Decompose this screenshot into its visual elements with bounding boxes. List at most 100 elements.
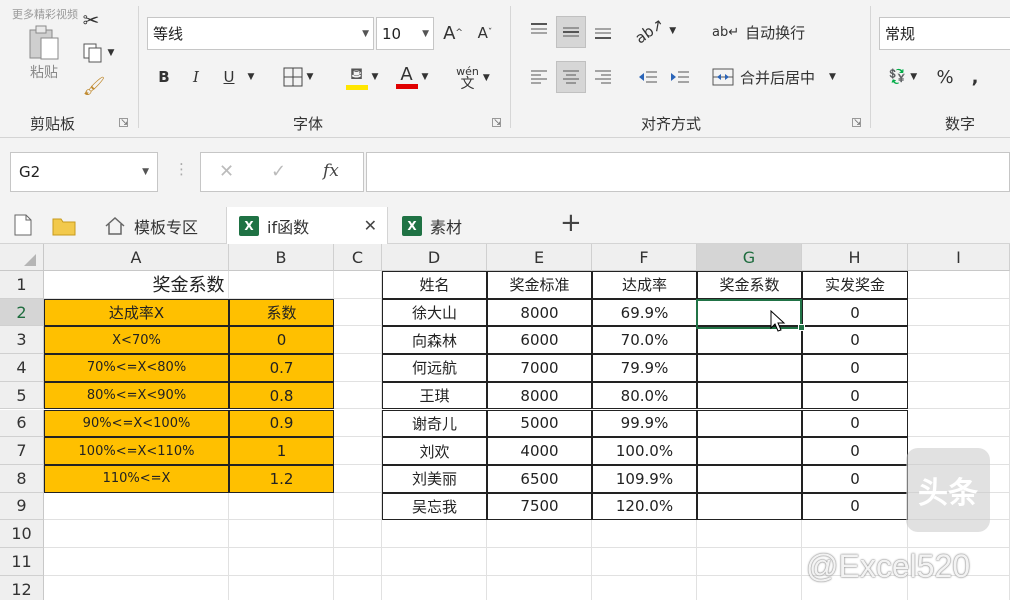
- empty-cell[interactable]: [334, 381, 382, 410]
- right-table-header[interactable]: 奖金系数: [697, 271, 802, 299]
- left-table-cell[interactable]: 0: [229, 326, 334, 355]
- column-header-g[interactable]: G: [697, 244, 802, 271]
- right-table-cell[interactable]: [697, 492, 802, 521]
- left-table-cell[interactable]: 70%<=X<80%: [44, 354, 229, 382]
- grow-font-button[interactable]: A ^: [440, 20, 466, 46]
- right-table-cell[interactable]: 何远航: [382, 354, 487, 382]
- row-header-8[interactable]: 8: [0, 464, 44, 493]
- align-middle-button[interactable]: [556, 16, 586, 48]
- left-table-header[interactable]: 系数: [229, 298, 334, 327]
- left-table-header[interactable]: 达成率X: [44, 298, 229, 327]
- empty-cell[interactable]: [44, 520, 229, 548]
- tab-materials[interactable]: X 素材: [388, 207, 538, 244]
- empty-cell[interactable]: [487, 548, 592, 576]
- row-header-9[interactable]: 9: [0, 492, 44, 521]
- column-header-f[interactable]: F: [592, 244, 697, 271]
- empty-cell[interactable]: [334, 354, 382, 382]
- right-table-cell[interactable]: 王琪: [382, 381, 487, 410]
- formula-input[interactable]: [366, 152, 1010, 192]
- percent-button[interactable]: %: [932, 62, 958, 92]
- format-painter-button[interactable]: 🖌: [80, 72, 108, 100]
- right-table-cell[interactable]: 69.9%: [592, 298, 697, 327]
- name-box[interactable]: G2 ▼: [10, 152, 158, 192]
- fill-color-button[interactable]: ⛾ ▼: [340, 62, 384, 92]
- font-size-select[interactable]: 10 ▼: [376, 17, 434, 50]
- empty-cell[interactable]: [592, 575, 697, 600]
- align-center-button[interactable]: [556, 61, 586, 93]
- column-header-d[interactable]: D: [382, 244, 487, 271]
- empty-cell[interactable]: [334, 575, 382, 600]
- empty-cell[interactable]: [697, 520, 802, 548]
- empty-cell[interactable]: [592, 548, 697, 576]
- align-bottom-button[interactable]: [590, 16, 616, 46]
- right-table-cell[interactable]: 刘欢: [382, 437, 487, 465]
- shrink-font-button[interactable]: Aˇ: [472, 20, 498, 46]
- empty-cell[interactable]: [697, 575, 802, 600]
- left-table-cell[interactable]: 0.8: [229, 381, 334, 410]
- row-header-7[interactable]: 7: [0, 437, 44, 465]
- empty-cell[interactable]: [908, 326, 1010, 355]
- empty-cell[interactable]: [592, 520, 697, 548]
- row-header-12[interactable]: 12: [0, 575, 44, 600]
- empty-cell[interactable]: [229, 492, 334, 521]
- empty-cell[interactable]: [44, 575, 229, 600]
- right-table-cell[interactable]: 0: [802, 354, 908, 382]
- right-table-cell[interactable]: 6000: [487, 326, 592, 355]
- column-header-i[interactable]: I: [908, 244, 1010, 271]
- merge-center-button[interactable]: 合并后居中 ▼: [712, 62, 852, 92]
- right-table-cell[interactable]: 70.0%: [592, 326, 697, 355]
- column-header-b[interactable]: B: [229, 244, 334, 271]
- select-all-corner[interactable]: [0, 244, 44, 271]
- increase-indent-button[interactable]: [666, 62, 694, 92]
- right-table-cell[interactable]: 0: [802, 298, 908, 327]
- empty-cell[interactable]: [382, 520, 487, 548]
- italic-button[interactable]: I: [184, 64, 208, 90]
- right-table-cell[interactable]: 99.9%: [592, 409, 697, 438]
- right-table-cell[interactable]: 谢奇儿: [382, 409, 487, 438]
- tab-templates[interactable]: 模板专区: [92, 207, 226, 244]
- row-header-11[interactable]: 11: [0, 548, 44, 576]
- number-format-select[interactable]: 常规: [879, 17, 1010, 50]
- left-table-cell[interactable]: 80%<=X<90%: [44, 381, 229, 410]
- right-table-cell[interactable]: [697, 464, 802, 493]
- row-header-1[interactable]: 1: [0, 271, 44, 299]
- insert-function-button[interactable]: fx: [323, 161, 339, 181]
- row-header-5[interactable]: 5: [0, 381, 44, 410]
- left-table-cell[interactable]: X<70%: [44, 326, 229, 355]
- empty-cell[interactable]: [908, 381, 1010, 410]
- clipboard-launcher[interactable]: ↘: [119, 118, 128, 128]
- right-table-cell[interactable]: 刘美丽: [382, 464, 487, 493]
- new-document-icon[interactable]: [14, 214, 32, 240]
- cancel-button[interactable]: ✕: [219, 161, 234, 182]
- right-table-cell[interactable]: 0: [802, 492, 908, 521]
- row-header-4[interactable]: 4: [0, 354, 44, 382]
- right-table-cell[interactable]: 8000: [487, 298, 592, 327]
- left-table-title[interactable]: 奖金系数: [44, 271, 334, 299]
- close-icon[interactable]: ✕: [364, 216, 377, 235]
- row-header-2[interactable]: 2: [0, 298, 44, 327]
- empty-cell[interactable]: [44, 492, 229, 521]
- borders-button[interactable]: ▼: [276, 64, 320, 90]
- empty-cell[interactable]: [229, 575, 334, 600]
- right-table-header[interactable]: 姓名: [382, 271, 487, 299]
- right-table-cell[interactable]: 79.9%: [592, 354, 697, 382]
- right-table-cell[interactable]: 0: [802, 409, 908, 438]
- empty-cell[interactable]: [382, 575, 487, 600]
- empty-cell[interactable]: [44, 548, 229, 576]
- right-table-cell[interactable]: 0: [802, 464, 908, 493]
- folder-icon[interactable]: [52, 216, 76, 240]
- right-table-cell[interactable]: [697, 326, 802, 355]
- empty-cell[interactable]: [334, 548, 382, 576]
- empty-cell[interactable]: [908, 354, 1010, 382]
- right-table-cell[interactable]: 7500: [487, 492, 592, 521]
- empty-cell[interactable]: [334, 437, 382, 465]
- row-header-3[interactable]: 3: [0, 326, 44, 355]
- right-table-cell[interactable]: 徐大山: [382, 298, 487, 327]
- left-table-cell[interactable]: 90%<=X<100%: [44, 409, 229, 438]
- left-table-cell[interactable]: 100%<=X<110%: [44, 437, 229, 465]
- empty-cell[interactable]: [908, 271, 1010, 299]
- empty-cell[interactable]: [802, 520, 908, 548]
- empty-cell[interactable]: [487, 575, 592, 600]
- right-table-cell[interactable]: 7000: [487, 354, 592, 382]
- empty-cell[interactable]: [334, 409, 382, 438]
